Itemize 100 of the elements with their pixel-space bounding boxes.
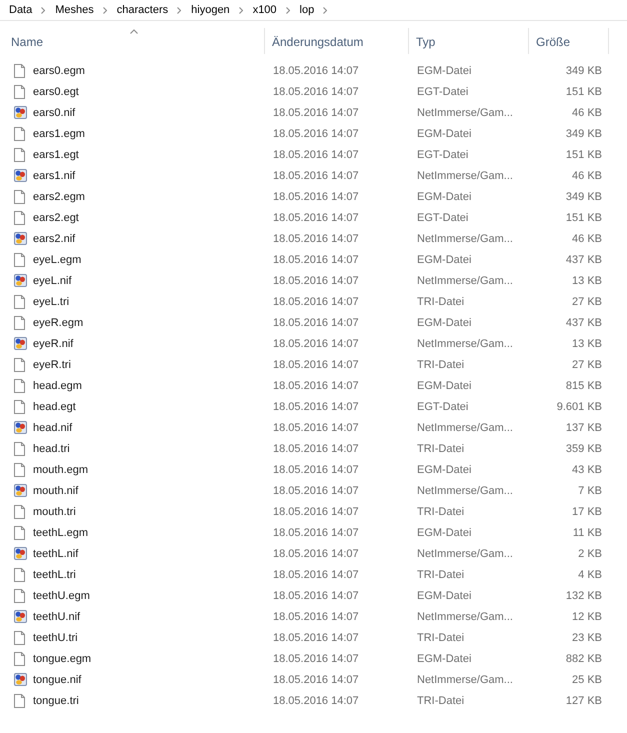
file-name[interactable]: ears1.egm: [33, 128, 85, 140]
file-name[interactable]: teethL.tri: [33, 568, 76, 580]
spheres-icon: [14, 337, 27, 350]
file-type: NetImmerse/Gam...: [416, 232, 513, 244]
file-name[interactable]: ears0.egm: [33, 64, 85, 76]
file-size: 132 KB: [566, 590, 603, 602]
breadcrumb-item[interactable]: hiyogen: [191, 3, 230, 17]
file-size: 2 KB: [578, 548, 603, 560]
file-name[interactable]: teethL.egm: [33, 526, 88, 538]
file-size: 46 KB: [572, 106, 603, 118]
file-type: TRI-Datei: [416, 296, 464, 308]
file-name[interactable]: eyeL.nif: [33, 274, 72, 286]
file-name[interactable]: eyeL.tri: [33, 296, 70, 308]
file-size: 17 KB: [572, 506, 603, 518]
modified-date: 18.05.2016 14:07: [272, 296, 359, 308]
chevron-right-icon[interactable]: [177, 6, 182, 14]
document-icon: [14, 148, 25, 162]
breadcrumb-item[interactable]: x100: [252, 3, 277, 17]
document-icon: [14, 588, 25, 602]
file-name[interactable]: head.egt: [33, 400, 76, 412]
file-type: NetImmerse/Gam...: [416, 610, 513, 622]
modified-date: 18.05.2016 14:07: [272, 338, 359, 350]
document-icon: [14, 252, 25, 266]
column-header[interactable]: Typ: [409, 28, 529, 54]
column-header[interactable]: Änderungsdatum: [265, 28, 409, 54]
modified-date: 18.05.2016 14:07: [272, 506, 359, 518]
modified-date: 18.05.2016 14:07: [272, 86, 359, 98]
file-name[interactable]: mouth.egm: [33, 464, 88, 476]
file-name[interactable]: ears0.nif: [33, 106, 76, 118]
document-icon: [14, 630, 25, 644]
modified-date: 18.05.2016 14:07: [272, 128, 359, 140]
document-icon: [14, 442, 25, 456]
document-icon: [14, 190, 25, 204]
modified-date: 18.05.2016 14:07: [272, 568, 359, 580]
file-name[interactable]: ears2.egt: [33, 212, 79, 224]
file-name[interactable]: tongue.nif: [33, 674, 82, 686]
breadcrumb-item[interactable]: Meshes: [55, 3, 94, 17]
file-name[interactable]: ears2.egm: [33, 190, 85, 202]
file-size: 13 KB: [572, 338, 603, 350]
modified-date: 18.05.2016 14:07: [272, 694, 359, 706]
chevron-right-icon[interactable]: [323, 6, 328, 14]
breadcrumb-item[interactable]: lop: [300, 3, 314, 17]
chevron-right-icon[interactable]: [238, 6, 243, 14]
file-size: 27 KB: [572, 358, 603, 370]
breadcrumb-item[interactable]: Data: [9, 3, 32, 17]
file-name[interactable]: tongue.egm: [33, 652, 92, 664]
modified-date: 18.05.2016 14:07: [272, 442, 359, 454]
modified-date: 18.05.2016 14:07: [272, 464, 359, 476]
file-name[interactable]: tongue.tri: [33, 694, 79, 706]
file-size: 12 KB: [572, 610, 603, 622]
file-type: EGT-Datei: [416, 148, 468, 160]
spheres-icon: [14, 232, 27, 245]
chevron-right-icon[interactable]: [286, 6, 290, 14]
breadcrumb-item[interactable]: characters: [116, 3, 168, 17]
sort-ascending-icon: [130, 29, 138, 34]
modified-date: 18.05.2016 14:07: [272, 610, 359, 622]
file-type: EGT-Datei: [416, 86, 468, 98]
document-icon: [14, 504, 25, 518]
file-type: TRI-Datei: [416, 442, 464, 454]
modified-date: 18.05.2016 14:07: [272, 212, 359, 224]
modified-date: 18.05.2016 14:07: [272, 422, 359, 434]
file-size: 882 KB: [566, 652, 603, 664]
file-name[interactable]: eyeR.egm: [33, 316, 84, 328]
modified-date: 18.05.2016 14:07: [272, 316, 359, 328]
file-size: 23 KB: [572, 632, 603, 644]
file-size: 349 KB: [566, 128, 603, 140]
document-icon: [14, 378, 25, 392]
column-header[interactable]: Größe: [529, 28, 609, 54]
file-type: TRI-Datei: [416, 632, 464, 644]
file-name[interactable]: ears0.egt: [33, 86, 79, 98]
file-name[interactable]: teethL.nif: [33, 548, 78, 560]
file-name[interactable]: mouth.nif: [33, 484, 78, 496]
file-name[interactable]: teethU.egm: [33, 590, 90, 602]
file-name[interactable]: eyeR.tri: [33, 358, 71, 370]
file-type: NetImmerse/Gam...: [416, 484, 513, 496]
file-name[interactable]: ears1.egt: [33, 148, 79, 160]
chevron-right-icon[interactable]: [41, 6, 46, 14]
chevron-right-icon[interactable]: [102, 6, 107, 14]
file-name[interactable]: teethU.nif: [33, 610, 80, 622]
file-name[interactable]: head.egm: [33, 380, 82, 392]
spheres-icon: [14, 421, 27, 434]
file-name[interactable]: teethU.tri: [33, 632, 78, 644]
file-type: EGM-Datei: [416, 190, 472, 202]
file-size: 7 KB: [578, 484, 603, 496]
file-name[interactable]: ears1.nif: [33, 170, 76, 182]
file-size: 11 KB: [572, 526, 603, 538]
document-icon: [14, 462, 25, 476]
file-name[interactable]: eyeR.nif: [33, 338, 74, 350]
document-icon: [14, 568, 25, 582]
file-type: EGM-Datei: [416, 652, 472, 664]
document-icon: [14, 126, 25, 140]
file-name[interactable]: eyeL.egm: [33, 254, 82, 266]
file-size: 151 KB: [566, 148, 603, 160]
column-header[interactable]: Name: [0, 28, 265, 54]
file-name[interactable]: mouth.tri: [33, 506, 76, 518]
document-icon: [14, 84, 25, 98]
file-name[interactable]: ears2.nif: [33, 232, 76, 244]
file-name[interactable]: head.nif: [33, 422, 72, 434]
file-name[interactable]: head.tri: [33, 442, 70, 454]
modified-date: 18.05.2016 14:07: [272, 358, 359, 370]
